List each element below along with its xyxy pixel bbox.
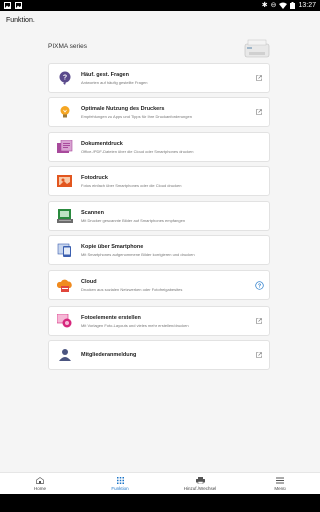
card-photo-items[interactable]: Fotoelemente erstellen Mit Vorlagen Foto…	[48, 306, 270, 336]
smartphone-copy-icon	[53, 243, 77, 257]
help-icon[interactable]: ?	[252, 280, 266, 290]
printer-image	[244, 39, 270, 58]
external-link-icon[interactable]	[252, 352, 266, 358]
wifi-icon	[279, 2, 288, 9]
clock: 13:27	[298, 2, 316, 9]
document-print-icon	[53, 140, 77, 154]
dnd-icon: ⊖	[270, 2, 277, 9]
nav-label: Funktion	[111, 485, 129, 491]
external-link-icon[interactable]	[252, 318, 266, 324]
svg-text:?: ?	[257, 283, 260, 289]
system-navigation-bar	[0, 494, 320, 512]
external-link-icon[interactable]	[252, 109, 266, 115]
card-title: Mitgliederanmeldung	[81, 352, 137, 358]
lightbulb-icon	[53, 105, 77, 119]
nav-add-switch[interactable]: Hinzuf./Wechsel	[160, 473, 240, 494]
nav-label: Home	[33, 485, 46, 491]
status-bar: ✱ ⊖ 13:27	[0, 0, 320, 11]
question-icon: ?	[53, 71, 77, 85]
battery-icon	[290, 2, 296, 9]
nav-label: Menü	[274, 485, 286, 491]
card-subtitle: Drucken aus sozialen Netzwerken oder Fot…	[81, 286, 183, 292]
card-subtitle: Office-/PDF-Dateien über die Cloud oder …	[81, 148, 194, 154]
grid-icon	[116, 476, 124, 484]
card-title: Scannen	[81, 209, 104, 216]
member-icon	[53, 348, 77, 362]
card-title: Dokumentdruck	[81, 140, 123, 147]
image-notification-icon-2	[15, 2, 22, 9]
card-document-print[interactable]: Dokumentdruck Office-/PDF-Dateien über d…	[48, 132, 270, 162]
printer-icon	[195, 476, 205, 484]
card-scan[interactable]: Scannen Mit Drucker gescannte Bilder auf…	[48, 201, 270, 231]
printer-series-label: PIXMA series	[48, 43, 88, 50]
card-photo-print[interactable]: Fotodruck Fotos einfach über Smartphones…	[48, 166, 270, 196]
nav-function[interactable]: Funktion	[80, 473, 160, 494]
card-title: Cloud	[81, 278, 97, 285]
image-notification-icon	[4, 2, 11, 9]
bluetooth-icon: ✱	[261, 2, 268, 9]
nav-label: Hinzuf./Wechsel	[183, 485, 217, 491]
photo-print-icon	[53, 174, 77, 188]
card-subtitle: Fotos einfach über Smartphones oder die …	[81, 182, 182, 188]
card-faq[interactable]: ? Häuf. gest. Fragen Antworten auf häufi…	[48, 63, 270, 93]
nav-home[interactable]: Home	[0, 473, 80, 494]
card-title: Optimale Nutzung des Druckers	[81, 105, 165, 112]
svg-text:?: ?	[63, 75, 67, 82]
card-subtitle: Mit Smartphones aufgenommene Bilder korr…	[81, 251, 195, 257]
card-title: Fotoelemente erstellen	[81, 314, 141, 321]
cloud-print-icon	[53, 278, 77, 292]
card-title: Fotodruck	[81, 174, 108, 181]
notification-icons	[4, 2, 22, 9]
external-link-icon[interactable]	[252, 75, 266, 81]
card-subtitle: Antworten auf häufig gestellte Fragen	[81, 79, 148, 85]
card-member-registration[interactable]: Mitgliederanmeldung	[48, 340, 270, 370]
scan-icon	[53, 209, 77, 223]
card-title: Häuf. gest. Fragen	[81, 71, 129, 78]
card-subtitle: Mit Vorlagen Foto-Layouts und vieles meh…	[81, 322, 189, 328]
bottom-navigation: Home Funktion Hinzuf./Wechsel Menü	[0, 472, 320, 494]
home-icon	[36, 476, 44, 484]
menu-icon	[276, 477, 284, 483]
card-title: Kopie über Smartphone	[81, 243, 144, 250]
photo-items-icon	[53, 314, 77, 328]
card-copy-smartphone[interactable]: Kopie über Smartphone Mit Smartphones au…	[48, 235, 270, 265]
card-subtitle: Mit Drucker gescannte Bilder auf Smartph…	[81, 217, 186, 223]
nav-menu[interactable]: Menü	[240, 473, 320, 494]
card-optimal-use[interactable]: Optimale Nutzung des Druckers Empfehlung…	[48, 97, 270, 127]
page-title: Funktion.	[6, 17, 35, 24]
card-subtitle: Empfehlungen zu Apps und Tipps für Ihre …	[81, 113, 192, 119]
card-cloud[interactable]: Cloud Drucken aus sozialen Netzwerken od…	[48, 270, 270, 300]
